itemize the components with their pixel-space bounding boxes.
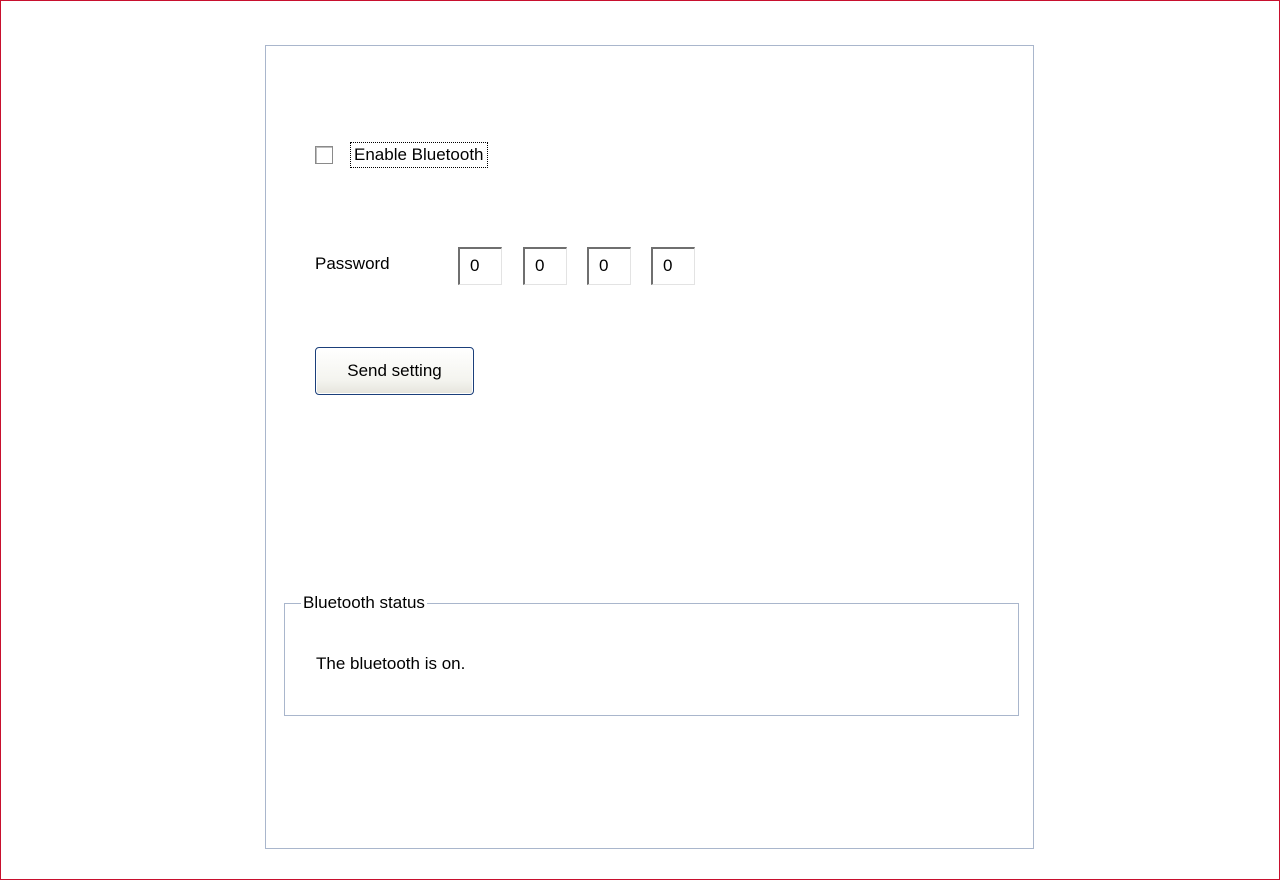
bluetooth-status-title: Bluetooth status — [301, 591, 427, 615]
password-digit-2-input[interactable]: 0 — [523, 247, 567, 285]
send-setting-button[interactable]: Send setting — [315, 347, 474, 395]
password-digit-3-input[interactable]: 0 — [587, 247, 631, 285]
bluetooth-status-message: The bluetooth is on. — [316, 654, 466, 673]
enable-bluetooth-label[interactable]: Enable Bluetooth — [350, 142, 488, 168]
password-digit-4-input[interactable]: 0 — [651, 247, 695, 285]
bluetooth-status-group: Bluetooth status The bluetooth is on. — [284, 591, 1019, 716]
enable-bluetooth-checkbox[interactable] — [315, 146, 333, 164]
password-label: Password — [315, 254, 390, 273]
enable-bluetooth-row[interactable]: Enable Bluetooth — [315, 140, 488, 170]
password-digit-1-input[interactable]: 0 — [458, 247, 502, 285]
